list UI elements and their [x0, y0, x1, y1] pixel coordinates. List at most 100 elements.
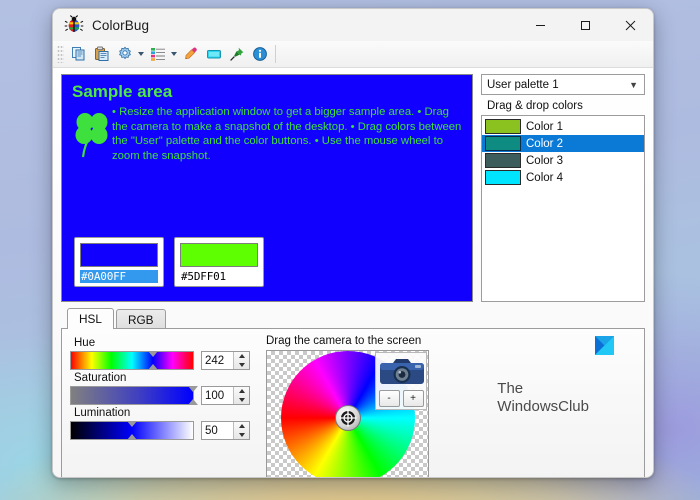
minimize-button[interactable]: [518, 9, 563, 41]
camera-instruction: Drag the camera to the screen: [266, 335, 422, 347]
palette-chip[interactable]: [485, 119, 521, 134]
foreground-hex-value[interactable]: #0A00FF: [80, 270, 158, 283]
tab-rgb[interactable]: RGB: [115, 309, 166, 329]
color-wheel-center: [334, 405, 361, 431]
toolbar: [53, 41, 653, 68]
hue-spinner[interactable]: 242: [201, 351, 250, 370]
toolbar-list-button[interactable]: [146, 43, 169, 65]
hue-spinner-buttons: [233, 352, 249, 369]
foreground-color-button[interactable]: #0A00FF: [74, 237, 164, 287]
hsl-sliders: Hue 242 Saturation 100 Lumination 50: [70, 335, 250, 477]
colorbug-window: ColorBug Sample area • Resize the applic…: [52, 8, 654, 478]
clover-icon: [75, 113, 108, 158]
hue-increment-button[interactable]: [234, 352, 249, 361]
hue-thumb-top[interactable]: [147, 351, 158, 357]
palette-item-label: Color 4: [526, 171, 564, 184]
sample-area[interactable]: Sample area • Resize the application win…: [61, 74, 473, 302]
palette-item-color-1[interactable]: Color 1: [482, 118, 644, 135]
color-buttons: #0A00FF #5DFF01: [74, 237, 264, 287]
info-icon: [252, 47, 267, 61]
palette-select[interactable]: User palette 1 ▼: [481, 74, 645, 95]
toolbar-pin-button[interactable]: [225, 43, 248, 65]
toolbar-info-button[interactable]: [248, 43, 271, 65]
camera-icon[interactable]: [378, 355, 426, 387]
hue-decrement-button[interactable]: [234, 361, 249, 370]
saturation-spinner-buttons: [233, 387, 249, 404]
saturation-thumb-bottom[interactable]: [188, 399, 198, 405]
lumination-thumb-bottom[interactable]: [127, 434, 137, 440]
list-dropdown-caret-down-icon[interactable]: [169, 43, 179, 65]
saturation-value[interactable]: 100: [202, 387, 233, 404]
palette-item-label: Color 3: [526, 154, 564, 167]
saturation-decrement-button[interactable]: [234, 396, 249, 405]
saturation-slider[interactable]: [70, 386, 198, 405]
background-color-button[interactable]: #5DFF01: [174, 237, 264, 287]
watermark-line2: WindowsClub: [497, 397, 589, 415]
color-model-tabs: HSL RGB Hue 242 Saturation 100 Luminatio…: [61, 308, 645, 477]
palette-chip[interactable]: [485, 170, 521, 185]
color-wheel-preview[interactable]: - +: [266, 350, 429, 477]
settings-dropdown-caret-down-icon[interactable]: [136, 43, 146, 65]
toolbar-paste-button[interactable]: [90, 43, 113, 65]
palette-color-list[interactable]: Color 1 Color 2 Color 3 Color 4: [481, 115, 645, 302]
palette-chip[interactable]: [485, 136, 521, 151]
palette-hint: Drag & drop colors: [487, 100, 583, 112]
toolbar-grip[interactable]: [57, 45, 64, 63]
hue-label: Hue: [74, 337, 96, 349]
hue-track: [71, 352, 193, 369]
sample-area-title: Sample area: [72, 82, 173, 101]
palette-item-label: Color 1: [526, 120, 564, 133]
hue-value[interactable]: 242: [202, 352, 233, 369]
toolbar-copy-button[interactable]: [67, 43, 90, 65]
paste-icon: [94, 46, 108, 61]
palette-chip[interactable]: [485, 153, 521, 168]
watermark-line1: The: [497, 379, 524, 397]
crosshair-icon: [339, 409, 356, 427]
saturation-thumb-top[interactable]: [188, 386, 198, 392]
tab-panel-hsl: Hue 242 Saturation 100 Lumination 50 Dra…: [61, 328, 645, 477]
saturation-track: [71, 387, 193, 404]
hue-thumb-bottom[interactable]: [147, 364, 158, 370]
palette-panel: User palette 1 ▼ Drag & drop colors Colo…: [481, 74, 645, 302]
title-bar: ColorBug: [53, 9, 653, 41]
lumination-spinner[interactable]: 50: [201, 421, 250, 440]
lumination-slider[interactable]: [70, 421, 194, 440]
list-icon: [150, 48, 165, 61]
watermark: The WindowsClub: [497, 335, 636, 477]
zoom-out-button[interactable]: -: [378, 390, 400, 407]
background-color-chip[interactable]: [180, 243, 258, 267]
maximize-icon: [581, 20, 590, 30]
saturation-spinner[interactable]: 100: [201, 386, 250, 405]
hue-slider[interactable]: [70, 351, 194, 370]
foreground-color-chip[interactable]: [80, 243, 158, 267]
lumination-thumb-top[interactable]: [127, 421, 137, 427]
palette-item-label: Color 2: [526, 137, 564, 150]
toolbar-screen-capture-button[interactable]: [202, 43, 225, 65]
lumination-value[interactable]: 50: [202, 422, 233, 439]
sample-area-text: • Resize the application window to get a…: [112, 106, 462, 162]
watermark-text: The WindowsClub: [497, 380, 589, 416]
lumination-increment-button[interactable]: [234, 422, 249, 431]
palette-item-color-4[interactable]: Color 4: [482, 169, 644, 186]
close-button[interactable]: [608, 9, 653, 41]
top-row: Sample area • Resize the application win…: [61, 74, 645, 302]
saturation-slider-row: 100: [70, 386, 250, 405]
toolbar-settings-button[interactable]: [113, 43, 136, 65]
background-hex-value[interactable]: #5DFF01: [180, 270, 258, 283]
settings-icon: [118, 46, 131, 59]
zoom-in-button[interactable]: +: [402, 390, 424, 407]
palette-item-color-3[interactable]: Color 3: [482, 152, 644, 169]
screen-icon: [206, 50, 221, 59]
lumination-decrement-button[interactable]: [234, 431, 249, 440]
toolbar-separator: [275, 45, 276, 63]
palette-item-color-2[interactable]: Color 2: [482, 135, 644, 152]
sample-area-body: • Resize the application window to get a…: [62, 103, 472, 163]
saturation-label: Saturation: [74, 372, 127, 384]
camera-zoom-buttons: - +: [378, 390, 424, 407]
tab-hsl[interactable]: HSL: [67, 308, 114, 329]
saturation-increment-button[interactable]: [234, 387, 249, 396]
pin-icon: [229, 47, 243, 61]
toolbar-eyedropper-button[interactable]: [179, 43, 202, 65]
windowsclub-logo: [595, 336, 614, 355]
maximize-button[interactable]: [563, 9, 608, 41]
